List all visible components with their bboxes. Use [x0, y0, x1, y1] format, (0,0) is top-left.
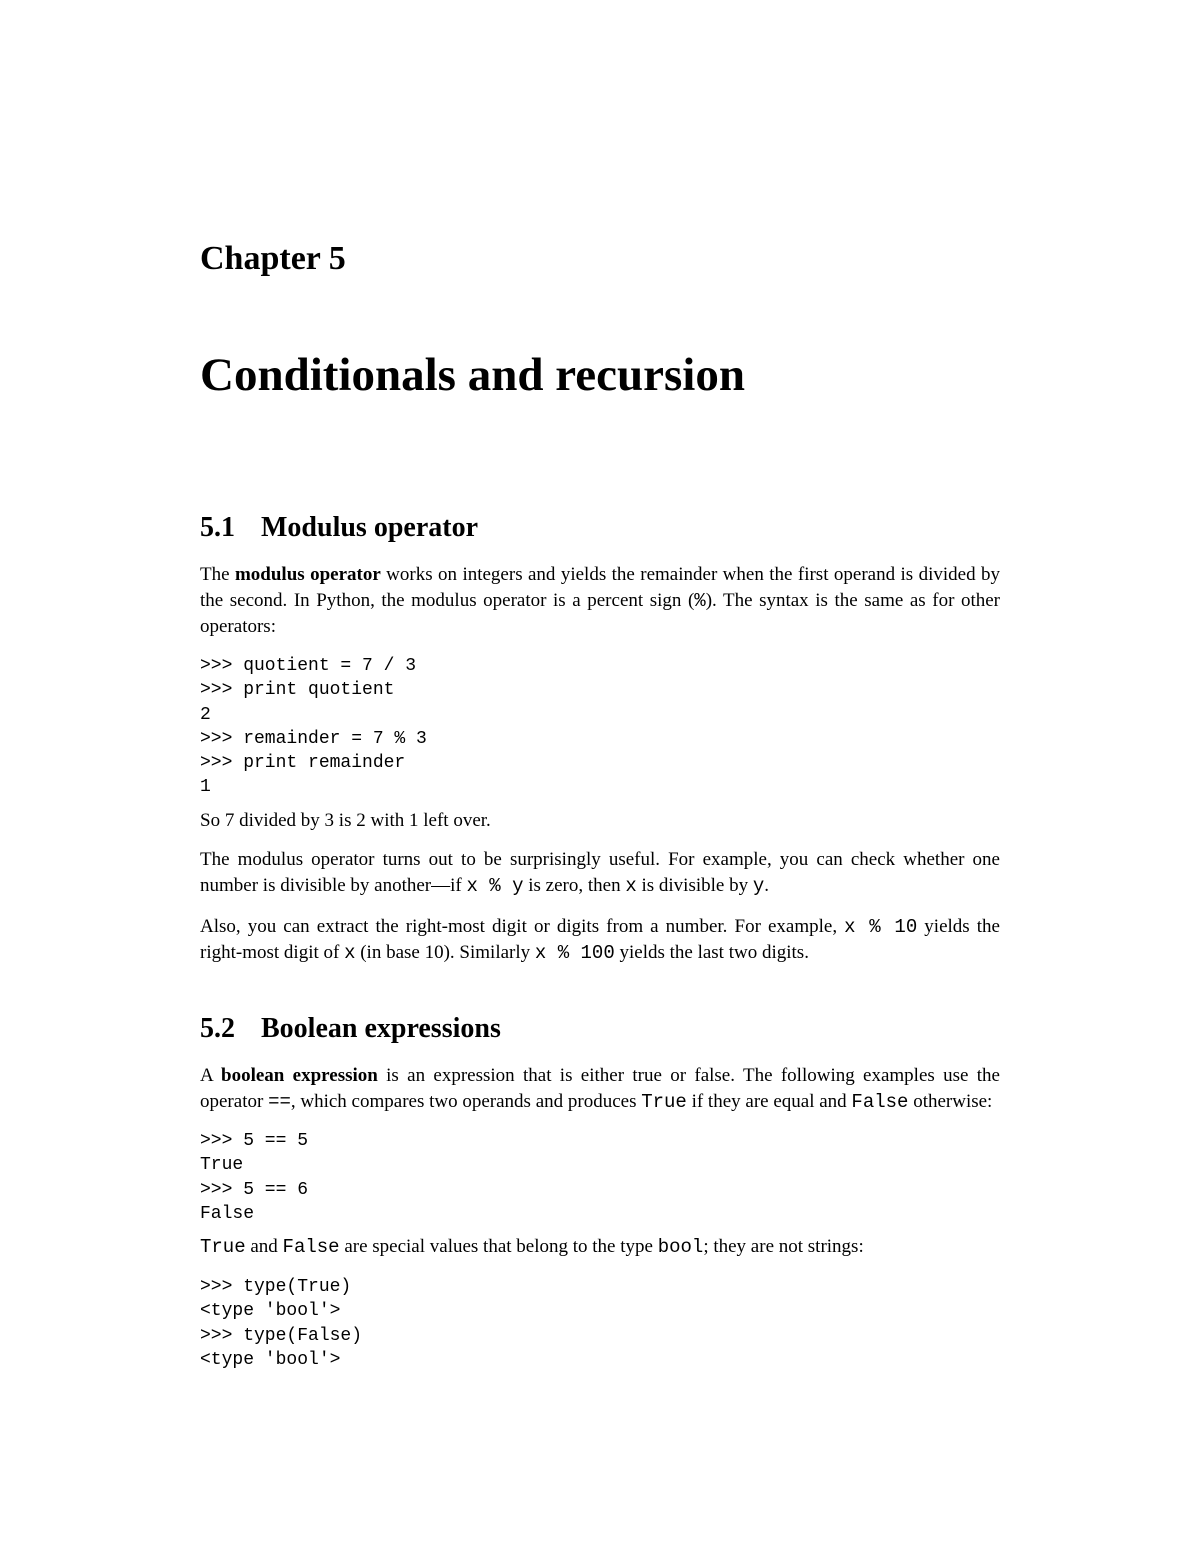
- paragraph: The modulus operator turns out to be sur…: [200, 847, 1000, 899]
- paragraph: Also, you can extract the right-most dig…: [200, 914, 1000, 967]
- inline-code: False: [851, 1091, 908, 1113]
- paragraph: True and False are special values that b…: [200, 1234, 1000, 1261]
- section-heading-5-1: 5.1 Modulus operator: [200, 512, 1000, 544]
- text: are special values that belong to the ty…: [340, 1236, 658, 1257]
- text: A: [200, 1065, 221, 1086]
- inline-code: x % y: [466, 875, 523, 897]
- chapter-label: Chapter 5: [200, 240, 1000, 278]
- section-number: 5.2: [200, 1013, 235, 1045]
- code-block-equality: >>> 5 == 5 True >>> 5 == 6 False: [200, 1129, 1000, 1226]
- text: ; they are not strings:: [703, 1236, 863, 1257]
- section-title: Boolean expressions: [261, 1013, 501, 1044]
- inline-code: x: [344, 942, 355, 964]
- code-block-quotient: >>> quotient = 7 / 3 >>> print quotient …: [200, 654, 1000, 800]
- paragraph: So 7 divided by 3 is 2 with 1 left over.: [200, 808, 1000, 834]
- inline-code: y: [753, 875, 764, 897]
- inline-code: x: [625, 875, 636, 897]
- section-heading-5-2: 5.2 Boolean expressions: [200, 1013, 1000, 1045]
- paragraph: The modulus operator works on integers a…: [200, 562, 1000, 640]
- inline-code: True: [641, 1091, 687, 1113]
- inline-code: True: [200, 1236, 246, 1258]
- text: and: [246, 1236, 283, 1257]
- inline-code: %: [694, 590, 705, 612]
- text: yields the last two digits.: [615, 942, 809, 963]
- inline-code: False: [283, 1236, 340, 1258]
- section-title: Modulus operator: [261, 512, 478, 543]
- page: Chapter 5 Conditionals and recursion 5.1…: [0, 0, 1200, 1553]
- inline-code: x % 10: [844, 916, 917, 938]
- text: , which compares two operands and produc…: [291, 1091, 641, 1112]
- text: .: [764, 875, 769, 896]
- term-modulus-operator: modulus operator: [235, 564, 381, 585]
- inline-code: bool: [658, 1236, 704, 1258]
- text: if they are equal and: [687, 1091, 852, 1112]
- inline-code: ==: [268, 1091, 291, 1113]
- paragraph: A boolean expression is an expression th…: [200, 1063, 1000, 1115]
- text: The: [200, 564, 235, 585]
- text: is zero, then: [524, 875, 626, 896]
- section-number: 5.1: [200, 512, 235, 544]
- inline-code: x % 100: [535, 942, 615, 964]
- term-boolean-expression: boolean expression: [221, 1065, 378, 1086]
- text: (in base 10). Similarly: [355, 942, 534, 963]
- text: Also, you can extract the right-most dig…: [200, 916, 844, 937]
- text: is divisible by: [637, 875, 753, 896]
- text: otherwise:: [908, 1091, 992, 1112]
- chapter-title: Conditionals and recursion: [200, 348, 1000, 402]
- code-block-type-bool: >>> type(True) <type 'bool'> >>> type(Fa…: [200, 1275, 1000, 1372]
